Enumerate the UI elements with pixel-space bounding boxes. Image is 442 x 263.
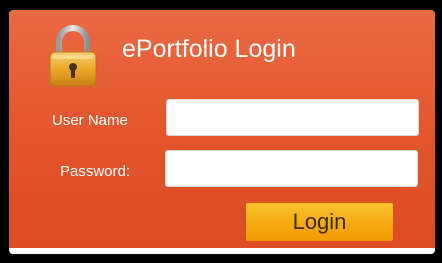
username-field[interactable] xyxy=(166,99,419,136)
password-label: Password: xyxy=(60,163,131,180)
page-title: ePortfolio Login xyxy=(122,35,296,63)
password-field[interactable] xyxy=(165,150,418,187)
login-panel: ePortfolio Login User Name Password: Log… xyxy=(9,10,435,254)
padlock-icon xyxy=(49,25,97,87)
page-frame: ePortfolio Login User Name Password: Log… xyxy=(0,0,442,263)
username-label: User Name xyxy=(52,112,128,129)
login-button[interactable]: Login xyxy=(246,203,393,241)
